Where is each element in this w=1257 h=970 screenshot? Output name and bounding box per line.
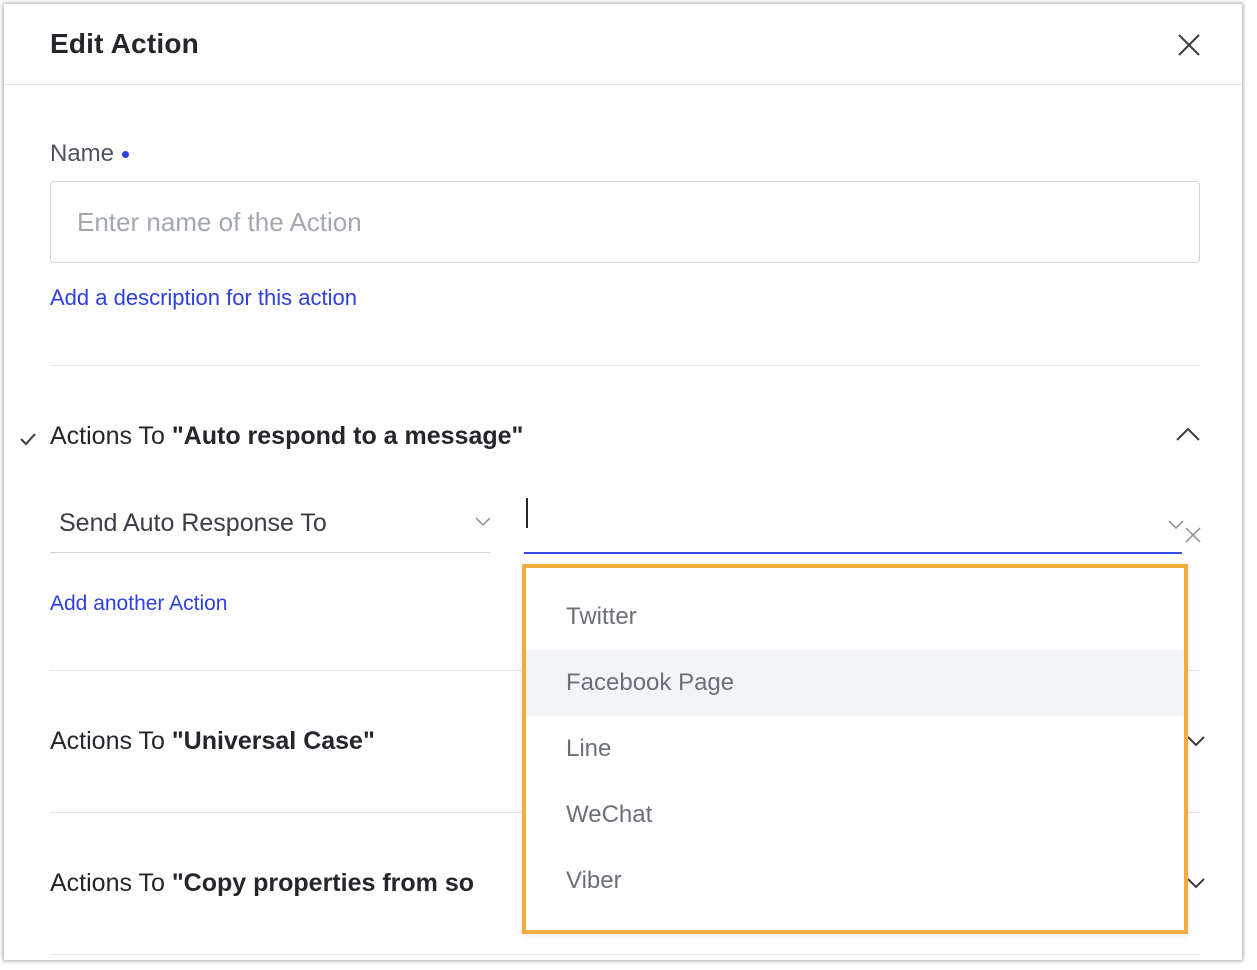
section-title-universal-case[interactable]: Actions To "Universal Case"	[50, 727, 375, 756]
text-caret	[526, 498, 528, 528]
dropdown-option-viber[interactable]: Viber	[526, 848, 1184, 914]
name-label-text: Name	[50, 140, 115, 167]
section-name: "Copy properties from so	[171, 869, 475, 897]
section-prefix: Actions To	[50, 727, 172, 755]
section-name: "Universal Case"	[171, 727, 375, 755]
dialog-title: Edit Action	[50, 28, 199, 59]
dropdown-option-wechat[interactable]: WeChat	[526, 782, 1184, 848]
required-dot-icon	[122, 151, 130, 159]
section-prefix: Actions To	[50, 422, 172, 450]
add-description-link[interactable]: Add a description for this action	[50, 285, 357, 311]
dropdown-option-twitter[interactable]: Twitter	[526, 584, 1184, 650]
section-title-auto-respond[interactable]: Actions To "Auto respond to a message"	[50, 422, 523, 451]
section-title-copy-properties[interactable]: Actions To "Copy properties from so	[50, 869, 474, 898]
name-input[interactable]	[50, 181, 1200, 263]
check-icon	[20, 433, 36, 446]
dropdown-option-facebook-page[interactable]: Facebook Page	[526, 650, 1184, 716]
action-type-select[interactable]: Send Auto Response To	[50, 496, 491, 553]
edit-action-dialog: Edit Action Name Add a description for t…	[4, 4, 1242, 960]
action-type-value: Send Auto Response To	[59, 509, 327, 537]
section-prefix: Actions To	[50, 869, 172, 897]
name-label: Name	[50, 140, 130, 168]
dialog-header: Edit Action	[4, 4, 1242, 85]
chevron-down-icon[interactable]	[1186, 876, 1206, 890]
add-another-action-link[interactable]: Add another Action	[50, 592, 227, 616]
response-target-select[interactable]	[524, 490, 1184, 554]
chevron-up-icon[interactable]	[1174, 424, 1202, 444]
close-icon[interactable]	[1174, 30, 1204, 60]
dropdown-option-line[interactable]: Line	[526, 716, 1184, 782]
divider	[50, 365, 1200, 366]
chevron-down-icon	[475, 517, 491, 527]
clear-icon[interactable]	[1182, 524, 1204, 546]
channel-dropdown-menu: Twitter Facebook Page Line WeChat Viber	[522, 564, 1188, 934]
chevron-down-icon[interactable]	[1186, 734, 1206, 748]
divider	[50, 954, 1200, 955]
section-name: "Auto respond to a message"	[171, 422, 524, 450]
